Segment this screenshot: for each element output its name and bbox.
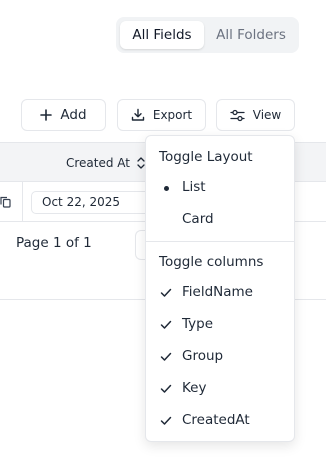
toggle-columns-heading: Toggle columns	[159, 254, 264, 270]
toggle-layout-heading: Toggle Layout	[159, 149, 253, 165]
column-toggle-label: Type	[182, 316, 214, 332]
add-button-label: Add	[60, 107, 87, 123]
column-toggle-label: Group	[182, 348, 224, 364]
checkmark-icon	[159, 382, 173, 396]
column-toggle-group[interactable]: Group	[146, 342, 294, 372]
export-button-label: Export	[152, 108, 193, 122]
sliders-icon	[230, 109, 245, 121]
column-toggle-type[interactable]: Type	[146, 310, 294, 340]
column-divider	[22, 182, 23, 222]
created-at-column-header[interactable]: Created At	[66, 143, 130, 183]
view-button-label: View	[252, 108, 282, 122]
menu-divider	[146, 241, 294, 242]
add-button[interactable]: Add	[21, 99, 106, 131]
created-at-cell: Oct 22, 2025	[31, 191, 161, 214]
column-toggle-label: FieldName	[182, 284, 253, 300]
layout-option-label: Card	[182, 211, 214, 227]
column-toggle-createdat[interactable]: CreatedAt	[146, 406, 294, 436]
checkmark-icon	[159, 414, 173, 428]
download-icon	[131, 108, 145, 121]
checkmark-icon	[159, 286, 173, 300]
column-toggle-fieldname[interactable]: FieldName	[146, 278, 294, 308]
all-fields-tab[interactable]: All Fields	[120, 21, 204, 49]
column-toggle-label: CreatedAt	[182, 412, 250, 428]
column-toggle-key[interactable]: Key	[146, 374, 294, 404]
view-dropdown-menu: Toggle Layout List Card Toggle columns F…	[145, 135, 295, 442]
all-folders-tab[interactable]: All Folders	[208, 21, 294, 49]
fields-folders-toggle: All Fields All Folders	[116, 17, 299, 53]
checkmark-icon	[159, 318, 173, 332]
layout-option-list[interactable]: List	[146, 173, 294, 203]
layout-option-label: List	[182, 179, 206, 195]
export-button[interactable]: Export	[117, 99, 206, 131]
column-toggle-label: Key	[182, 380, 207, 396]
selected-dot-icon	[159, 181, 173, 195]
view-button[interactable]: View	[216, 99, 295, 131]
plus-icon	[40, 109, 53, 121]
checkmark-icon	[159, 350, 173, 364]
layout-option-card[interactable]: Card	[146, 205, 294, 235]
pagination-text: Page 1 of 1	[16, 235, 92, 251]
copy-icon[interactable]	[0, 196, 11, 208]
